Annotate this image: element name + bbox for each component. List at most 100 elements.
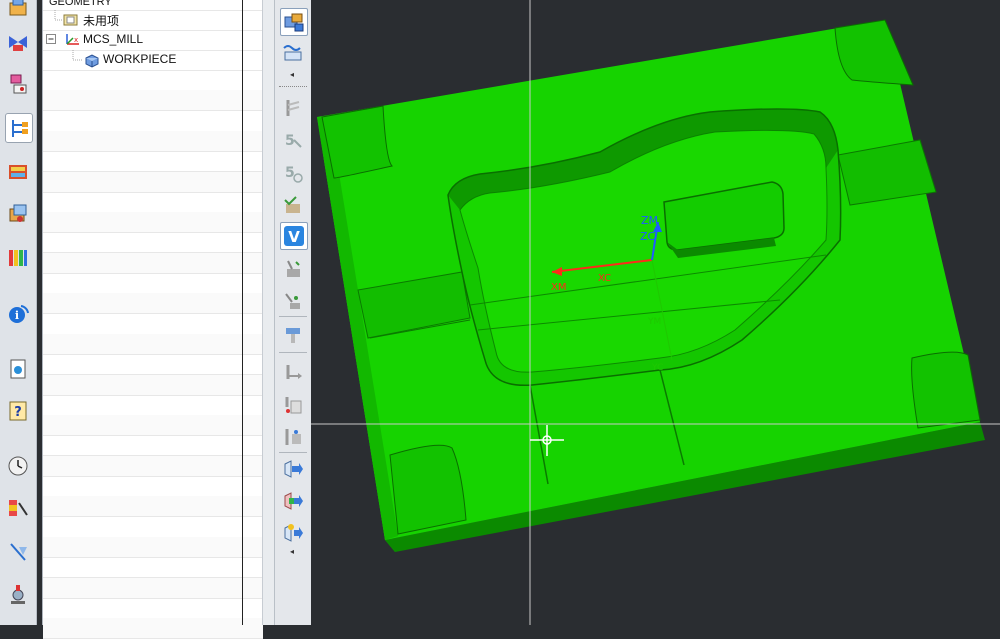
toolbar-separator — [279, 352, 307, 353]
history-tab[interactable] — [5, 355, 31, 383]
edit-object-button[interactable] — [280, 424, 306, 450]
tree-empty-row — [43, 252, 263, 274]
toolbar-separator — [279, 316, 307, 317]
part-navigator-tab[interactable] — [5, 70, 31, 98]
tree-node-workpiece[interactable]: WORKPIECE — [43, 50, 263, 71]
machine-tool-navigator-tab[interactable] — [5, 158, 31, 186]
tree-empty-row — [43, 111, 263, 132]
collapse-toggle-icon[interactable] — [46, 34, 57, 45]
tool-icon — [286, 328, 300, 343]
workpiece-icon — [85, 54, 99, 68]
coordinate-system-icon: x — [66, 34, 79, 45]
corner-pocket-top-left — [321, 105, 393, 179]
generate-report-button[interactable] — [280, 520, 306, 546]
wizard-icon — [284, 524, 303, 542]
verify-toolpath-button[interactable] — [280, 192, 306, 218]
roles-tab[interactable] — [5, 494, 31, 522]
tree-empty-row — [43, 455, 263, 477]
graphics-window[interactable]: ZM ZC XM XC YM YC — [311, 0, 1000, 625]
part-model-view[interactable]: ZM ZC XM XC YM YC — [311, 0, 1000, 625]
help-icon: ? — [9, 401, 27, 421]
folder-icon — [63, 14, 78, 26]
toolbar-overflow-icon[interactable]: ◂ — [290, 547, 294, 556]
transform-object-button[interactable] — [280, 360, 306, 386]
shop-doc-icon — [285, 293, 300, 309]
list-toolpath-button[interactable]: 5 — [280, 160, 306, 186]
post-process-button[interactable] — [280, 256, 306, 282]
constraint-navigator-icon — [9, 36, 27, 51]
edit-object-icon — [285, 429, 301, 445]
tree-empty-row — [43, 415, 263, 437]
tree-empty-row — [43, 130, 263, 152]
object-display-button[interactable] — [280, 392, 306, 418]
tree-empty-row — [43, 151, 263, 173]
toolbar-separator — [279, 452, 307, 453]
verify-toolpath-icon — [284, 196, 300, 213]
zm-label: ZM — [641, 214, 658, 227]
display-resource-button[interactable] — [280, 488, 306, 514]
tree-empty-row — [43, 293, 263, 315]
tree-node-label: WORKPIECE — [103, 52, 177, 66]
tree-empty-row — [43, 90, 263, 112]
replay-toolpath-button[interactable]: 5 — [280, 128, 306, 154]
cam-toolbar: ◂ 5 5 V ◂ — [274, 0, 312, 625]
svg-text:?: ? — [14, 405, 22, 420]
tool-path-icon — [10, 543, 27, 561]
reuse-library-tab[interactable] — [5, 243, 31, 271]
program-order-view-button[interactable] — [280, 40, 306, 66]
operation-navigator-tree: GEOMETRY 未用项 x MCS_MILL WORKPIECE — [42, 0, 263, 639]
xm-label: XM — [551, 282, 566, 293]
tree-empty-row — [43, 496, 263, 518]
tree-empty-row — [43, 232, 263, 254]
svg-text:x: x — [74, 36, 78, 44]
post-process-icon — [287, 260, 300, 277]
machine-tool-icon — [9, 165, 27, 179]
tree-node-label: 未用项 — [83, 14, 120, 28]
tree-empty-row — [43, 536, 263, 558]
svg-text:5: 5 — [285, 133, 295, 149]
generate-toolpath-icon — [286, 100, 300, 116]
help-tab[interactable]: ? — [5, 397, 31, 425]
replay-toolpath-icon: 5 — [285, 133, 302, 149]
simulate-machine-button[interactable]: V — [280, 222, 308, 250]
tree-empty-row — [43, 70, 263, 91]
svg-text:i: i — [15, 309, 19, 322]
operation-navigator-tab[interactable] — [5, 113, 33, 143]
export-arrow-icon — [284, 460, 303, 478]
clock-tab[interactable] — [5, 452, 31, 480]
generate-toolpath-button[interactable] — [280, 95, 306, 121]
document-icon — [10, 359, 26, 379]
toolbar-overflow-icon[interactable]: ◂ — [290, 70, 294, 79]
constraint-navigator-tab[interactable] — [5, 28, 31, 56]
display-resource-icon — [284, 492, 303, 510]
tree-empty-row — [43, 354, 263, 376]
tree-node-mcs-mill[interactable]: x MCS_MILL — [43, 30, 263, 51]
machining-feature-icon — [9, 204, 27, 222]
system-tab[interactable] — [5, 580, 31, 608]
palette-tab[interactable] — [5, 538, 31, 566]
create-geometry-button[interactable] — [280, 8, 308, 36]
shop-documentation-button[interactable] — [280, 288, 306, 314]
tree-empty-row — [43, 171, 263, 193]
corner-pocket-bottom-right — [911, 351, 981, 429]
machining-feature-navigator-tab[interactable] — [5, 200, 31, 228]
assembly-navigator-icon — [9, 0, 27, 16]
tree-empty-row — [43, 598, 263, 619]
tree-node-unused[interactable]: 未用项 — [43, 10, 263, 31]
tree-column-divider — [242, 0, 243, 625]
tree-empty-row — [43, 395, 263, 416]
export-button[interactable] — [280, 456, 306, 482]
tool-button[interactable] — [280, 322, 306, 348]
assembly-navigator-tab[interactable] — [5, 0, 31, 22]
tree-header-geometry: GEOMETRY — [49, 0, 112, 8]
toolbar-separator — [279, 86, 307, 88]
corner-pocket-top-right — [834, 19, 914, 86]
svg-text:V: V — [288, 228, 300, 246]
information-tab[interactable]: i — [5, 300, 31, 328]
tree-node-label: MCS_MILL — [83, 32, 144, 46]
svg-text:5: 5 — [285, 165, 295, 181]
tree-empty-row — [43, 374, 263, 396]
tree-empty-row — [43, 435, 263, 457]
gear-tool-icon — [11, 585, 25, 604]
resource-bar: i ? — [0, 0, 37, 625]
